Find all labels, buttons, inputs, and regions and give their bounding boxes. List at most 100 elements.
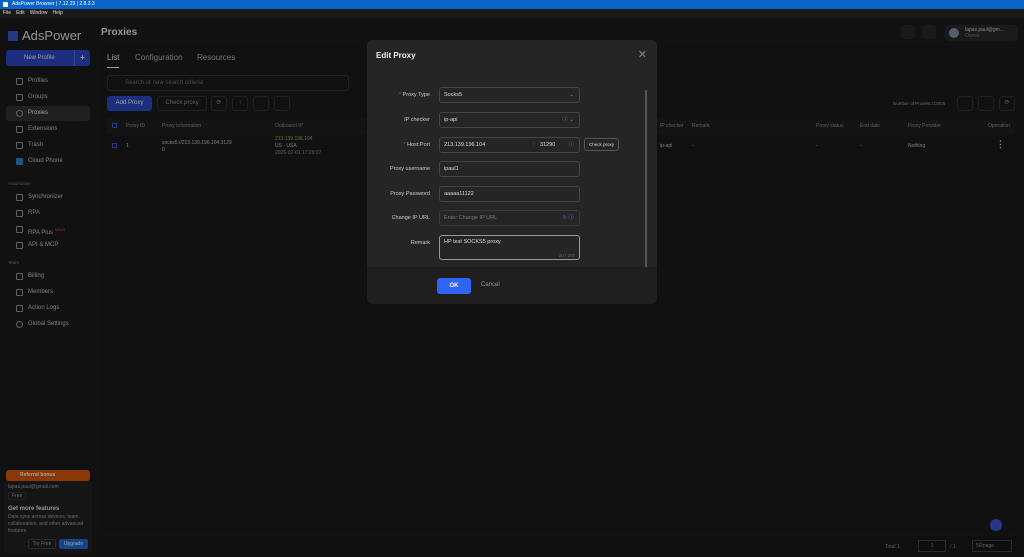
refresh-icon[interactable]: ↻ — [562, 215, 567, 221]
sidebar-item-cloud-phone[interactable]: Cloud Phone — [6, 154, 90, 169]
label: Members — [28, 289, 54, 295]
chevron-down-icon: ⌄ — [569, 92, 574, 98]
dialog-title: Edit Proxy — [376, 51, 416, 60]
sidebar-item-global-settings[interactable]: Global Settings — [6, 317, 90, 332]
label: Action Logs — [28, 305, 60, 311]
select-all-checkbox[interactable] — [112, 123, 117, 128]
tab-resources[interactable]: Resources — [197, 53, 235, 62]
col: End date — [860, 123, 881, 129]
new-profile-button[interactable]: New Profile + — [6, 50, 90, 66]
refresh-icon[interactable]: ⟳ — [211, 96, 227, 111]
settings-icon[interactable] — [978, 96, 994, 111]
ok-button[interactable]: OK — [437, 278, 471, 294]
user-role: Owner — [965, 33, 980, 39]
sidebar-item-synchronizer[interactable]: Synchronizer — [6, 190, 90, 205]
sidebar-item-rpa[interactable]: RPA — [6, 206, 90, 221]
port-input[interactable]: 31290 — [540, 138, 555, 152]
window-title: AdsPower Browser | 7.12.29 | 2.8.3.3 — [12, 1, 95, 7]
username-input[interactable]: ipaul1 — [439, 161, 580, 177]
help-icon: ⓘ — [568, 215, 574, 221]
row-checkbox[interactable] — [112, 143, 117, 148]
batch-add-icon[interactable]: + — [74, 50, 90, 66]
label: Proxies — [28, 110, 49, 116]
cell: 213.139.196.104 — [275, 136, 313, 142]
menu-edit[interactable]: Edit — [16, 10, 25, 16]
help-icon: ⓘ — [568, 142, 574, 148]
page-size-select[interactable]: 50/page — [972, 540, 1012, 552]
check-proxy-button[interactable]: Check proxy — [157, 96, 207, 111]
tab-list[interactable]: List — [107, 53, 119, 62]
referral-bonus-banner[interactable]: Referral bonus — [6, 470, 90, 481]
password-label: Proxy Password — [390, 191, 430, 197]
tag-icon[interactable] — [253, 96, 269, 111]
placeholder: Enter Change IP URL — [444, 215, 498, 221]
sidebar-item-proxies[interactable]: Proxies — [6, 106, 90, 121]
export-icon[interactable]: ↑ — [232, 96, 248, 111]
refresh-icon[interactable]: ⟳ — [999, 96, 1015, 111]
automation-section-label: Automation — [8, 181, 31, 186]
sidebar-item-profiles[interactable]: Profiles — [6, 74, 90, 89]
proxy-type-select[interactable]: Socks5 ⌄ — [439, 87, 580, 103]
sidebar-item-extensions[interactable]: Extensions — [6, 122, 90, 137]
col: Proxy Provider — [908, 123, 941, 129]
menu-file[interactable]: File — [3, 10, 11, 16]
sidebar-item-members[interactable]: Members — [6, 285, 90, 300]
page-title: Proxies — [101, 27, 138, 38]
value: Socks5 — [444, 92, 463, 98]
change-ip-input[interactable]: Enter Change IP URL ↻ ⓘ — [439, 210, 580, 226]
sidebar-item-rpa-plus[interactable]: RPA Plus NEW! — [6, 222, 90, 237]
delete-icon[interactable] — [274, 96, 290, 111]
menu-help[interactable]: Help — [52, 10, 62, 16]
label: Host:Port — [407, 142, 430, 148]
sidebar-item-billing[interactable]: Billing — [6, 269, 90, 284]
change-ip-label: Change IP URL — [391, 215, 430, 221]
close-icon[interactable]: ✕ — [638, 48, 647, 61]
menu-window[interactable]: Window — [30, 10, 48, 16]
search-input[interactable]: Search or new search criteria — [107, 75, 349, 91]
announcement-icon[interactable] — [901, 25, 915, 39]
billing-icon — [16, 273, 23, 280]
pagination-bar: Total 1 1 / 1 50/page — [96, 536, 1024, 557]
remark-textarea[interactable]: HP test SOCKS5 proxy 20 / 200 — [439, 235, 580, 260]
logo: AdsPower — [8, 28, 81, 43]
more-options-icon[interactable]: ⋮ — [996, 139, 1005, 150]
label: Number of Proxies: — [893, 101, 932, 106]
col: Proxy status — [816, 123, 844, 129]
promo-text: Data sync across devices, team collabora… — [8, 514, 84, 534]
upgrade-button[interactable]: Upgrade — [59, 539, 88, 549]
try-free-button[interactable]: Try Free — [28, 539, 56, 549]
ip-checker-select[interactable]: ip-api ⓘ ⌄ — [439, 112, 580, 128]
tag-icon[interactable] — [957, 96, 973, 111]
user-menu[interactable]: lapas.paul@gm... Owner — [945, 25, 1018, 41]
password-input[interactable]: aaaaa11122 — [439, 186, 580, 202]
dialog-scrollbar[interactable] — [645, 90, 647, 268]
sidebar-item-groups[interactable]: Groups — [6, 90, 90, 105]
list-icon[interactable] — [922, 25, 936, 39]
sidebar-item-trash[interactable]: Trash — [6, 138, 90, 153]
check-proxy-button[interactable]: Check proxy — [584, 138, 619, 151]
team-section-label: Team — [8, 260, 20, 265]
tab-configuration[interactable]: Configuration — [135, 53, 183, 62]
profiles-icon — [16, 78, 23, 85]
cancel-button[interactable]: Cancel — [481, 282, 500, 288]
proxy-count: Number of Proxies:1/2000 — [893, 101, 945, 106]
support-icon[interactable] — [990, 519, 1002, 531]
new-badge: NEW! — [54, 227, 66, 232]
cell: ip-api — [660, 143, 673, 149]
avatar — [949, 28, 959, 38]
label: Cloud Phone — [28, 158, 63, 164]
sidebar-item-action-logs[interactable]: Action Logs — [6, 301, 90, 316]
label: Trash — [28, 142, 44, 148]
col: Remark — [692, 123, 710, 129]
sidebar-item-api-mcp[interactable]: API & MCP — [6, 238, 90, 253]
add-proxy-button[interactable]: Add Proxy — [107, 96, 152, 111]
help-chevron-icon: ⓘ ⌄ — [562, 117, 574, 123]
synchronizer-icon — [16, 194, 23, 201]
cloud-phone-icon — [16, 158, 23, 165]
label: API & MCP — [28, 242, 59, 248]
host-input[interactable]: 213.139.196.104:31290 ⓘ — [439, 137, 580, 153]
page-input[interactable]: 1 — [918, 540, 946, 552]
globe-icon — [16, 110, 23, 117]
col: Outbound IP — [275, 123, 304, 129]
cell: Nothing — [908, 143, 926, 149]
